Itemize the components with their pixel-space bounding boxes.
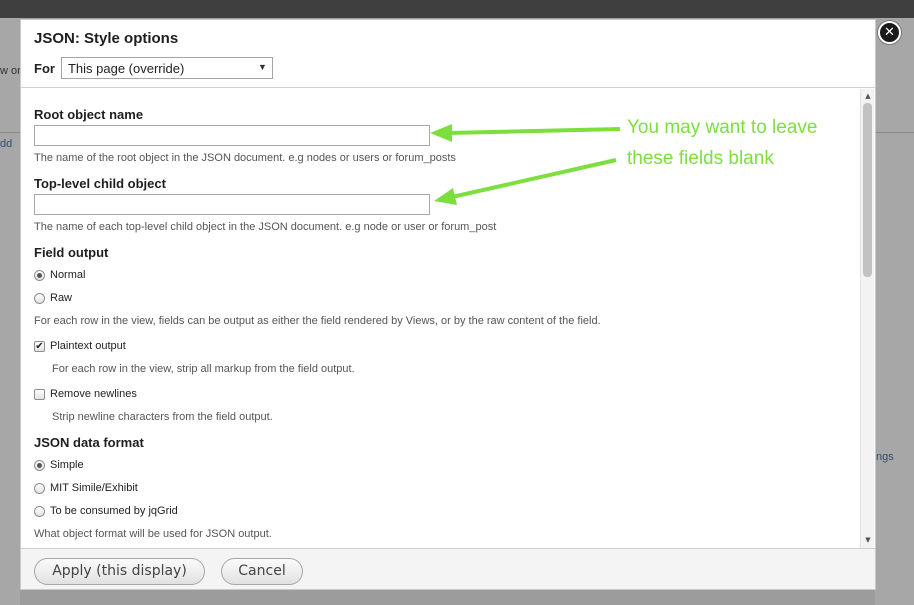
background-topbar	[0, 0, 914, 18]
plaintext-output-description: For each row in the view, strip all mark…	[52, 363, 355, 375]
top-level-child-input[interactable]	[34, 194, 430, 215]
cancel-button[interactable]: Cancel	[221, 558, 303, 585]
annotation-line-2: these fields blank	[627, 148, 774, 169]
apply-button[interactable]: Apply (this display)	[34, 558, 205, 585]
json-format-exhibit-option[interactable]: MIT Simile/Exhibit	[34, 482, 138, 494]
scroll-up-arrow-icon[interactable]: ▲	[863, 91, 873, 101]
remove-newlines-option[interactable]: Remove newlines	[34, 388, 137, 400]
json-format-simple-radio[interactable]	[34, 459, 45, 471]
json-format-simple-label: Simple	[50, 459, 84, 471]
field-output-label: Field output	[34, 245, 109, 260]
background-right-strip	[875, 18, 914, 605]
json-format-exhibit-radio[interactable]	[34, 482, 45, 494]
remove-newlines-description: Strip newline characters from the field …	[52, 411, 273, 423]
background-link-fragment: ngs	[876, 451, 894, 463]
background-text-fragment: w or	[0, 65, 21, 77]
background-divider	[875, 132, 914, 133]
top-level-child-label: Top-level child object	[34, 176, 166, 191]
display-override-select[interactable]: This page (override) ▼	[60, 57, 273, 79]
root-object-input[interactable]	[34, 125, 430, 146]
field-output-raw-option[interactable]: Raw	[34, 292, 72, 304]
json-format-jqgrid-label: To be consumed by jqGrid	[50, 505, 178, 517]
json-format-simple-option[interactable]: Simple	[34, 459, 84, 471]
annotation-line-1: You may want to leave	[627, 117, 818, 138]
root-object-description: The name of the root object in the JSON …	[34, 152, 456, 164]
field-output-raw-radio[interactable]	[34, 292, 45, 304]
close-icon[interactable]: ✕	[878, 21, 901, 44]
plaintext-output-checkbox[interactable]: ✔	[34, 340, 45, 352]
background-divider	[0, 132, 20, 133]
for-label: For	[34, 60, 55, 76]
field-output-normal-label: Normal	[50, 269, 86, 281]
json-format-exhibit-label: MIT Simile/Exhibit	[50, 482, 138, 494]
plaintext-output-option[interactable]: ✔ Plaintext output	[34, 340, 126, 352]
field-output-raw-label: Raw	[50, 292, 73, 304]
json-format-jqgrid-radio[interactable]	[34, 505, 45, 517]
field-output-description: For each row in the view, fields can be …	[34, 315, 601, 327]
json-format-description: What object format will be used for JSON…	[34, 528, 272, 540]
plaintext-output-label: Plaintext output	[50, 340, 126, 352]
select-caret-icon: ▼	[258, 62, 267, 72]
background-left-strip	[0, 18, 20, 605]
json-format-jqgrid-option[interactable]: To be consumed by jqGrid	[34, 505, 178, 517]
scrollbar-thumb[interactable]	[863, 103, 872, 277]
scroll-down-arrow-icon[interactable]: ▼	[863, 535, 873, 545]
remove-newlines-checkbox[interactable]	[34, 388, 45, 400]
dialog-scrollbar[interactable]: ▲ ▼	[860, 89, 874, 548]
field-output-normal-option[interactable]: Normal	[34, 269, 85, 281]
dialog-title: JSON: Style options	[34, 30, 179, 47]
field-output-normal-radio[interactable]	[34, 269, 45, 281]
style-options-dialog: JSON: Style options For This page (overr…	[20, 19, 876, 590]
background-link-fragment: dd	[0, 138, 13, 150]
json-format-label: JSON data format	[34, 435, 144, 450]
dialog-footer: Apply (this display) Cancel	[21, 548, 875, 589]
display-override-select-value: This page (override)	[67, 61, 185, 76]
remove-newlines-label: Remove newlines	[50, 388, 137, 400]
top-level-child-description: The name of each top-level child object …	[34, 221, 497, 233]
for-row: For This page (override) ▼	[34, 57, 273, 79]
root-object-label: Root object name	[34, 107, 144, 122]
dialog-header: JSON: Style options For This page (overr…	[21, 20, 875, 88]
